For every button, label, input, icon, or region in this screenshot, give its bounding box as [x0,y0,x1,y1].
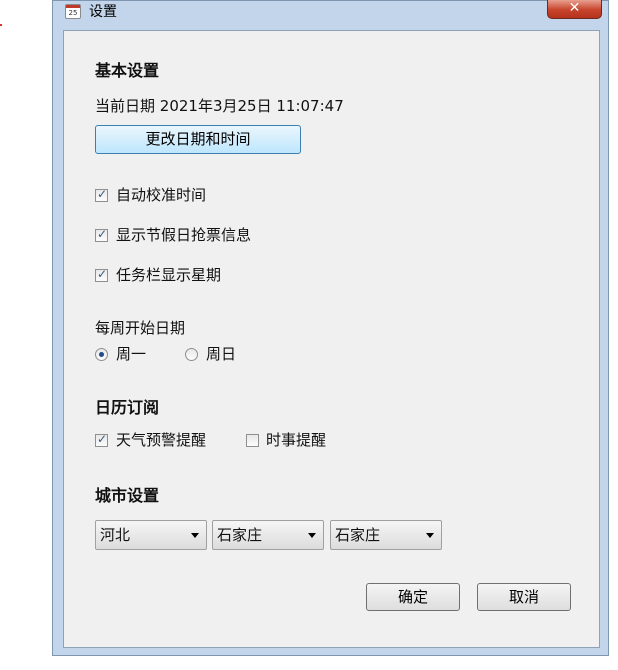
monday-radio[interactable] [95,348,108,361]
weather-alert-checkbox[interactable]: ✓ [95,432,108,447]
settings-window: 25 设置 ✕ 基本设置 当前日期 2021年3月25日 11:07:47 更改… [52,0,609,656]
holiday-ticket-checkbox[interactable]: ✓ [95,227,108,242]
weather-alert-label[interactable]: 天气预警提醒 [116,430,206,450]
cancel-button[interactable]: 取消 [477,583,571,611]
basic-settings-heading: 基本设置 [95,61,160,80]
sunday-radio[interactable] [185,348,198,361]
current-date-value: 2021年3月25日 11:07:47 [159,97,344,115]
news-alert-label[interactable]: 时事提醒 [266,430,326,450]
taskbar-weekday-label[interactable]: 任务栏显示星期 [116,265,221,285]
week-start-label: 每周开始日期 [95,319,186,337]
dropdown-arrow-icon [426,533,434,538]
province-value: 河北 [100,526,131,544]
district-select[interactable]: 石家庄 [330,520,442,550]
city-value: 石家庄 [217,526,263,544]
check-icon: ✓ [97,432,108,446]
city-settings-heading: 城市设置 [95,486,160,505]
close-button[interactable]: ✕ [547,0,602,19]
radio-selected-dot [99,352,104,357]
title-bar[interactable]: 25 设置 ✕ [53,0,608,23]
province-select[interactable]: 河北 [95,520,207,550]
current-date-row: 当前日期 2021年3月25日 11:07:47 [95,96,344,116]
window-title: 设置 [89,4,117,20]
change-datetime-button[interactable]: 更改日期和时间 [95,125,301,154]
current-date-label: 当前日期 [95,97,156,115]
monday-label[interactable]: 周一 [116,344,146,364]
check-icon: ✓ [97,187,108,201]
stray-dot [0,24,2,26]
taskbar-weekday-checkbox[interactable]: ✓ [95,267,108,282]
check-icon: ✓ [97,227,108,241]
ok-button[interactable]: 确定 [366,583,460,611]
check-icon: ✓ [97,267,108,281]
news-alert-checkbox[interactable] [246,434,259,447]
holiday-ticket-label[interactable]: 显示节假日抢票信息 [116,225,251,245]
dropdown-arrow-icon [308,533,316,538]
district-value: 石家庄 [335,526,381,544]
dialog-body: 基本设置 当前日期 2021年3月25日 11:07:47 更改日期和时间 ✓ … [63,30,600,648]
auto-sync-label[interactable]: 自动校准时间 [116,185,206,205]
city-select[interactable]: 石家庄 [212,520,324,550]
sunday-label[interactable]: 周日 [206,344,236,364]
dropdown-arrow-icon [191,533,199,538]
calendar-subscription-heading: 日历订阅 [95,398,160,417]
calendar-icon: 25 [65,4,81,19]
auto-sync-checkbox[interactable]: ✓ [95,187,108,202]
